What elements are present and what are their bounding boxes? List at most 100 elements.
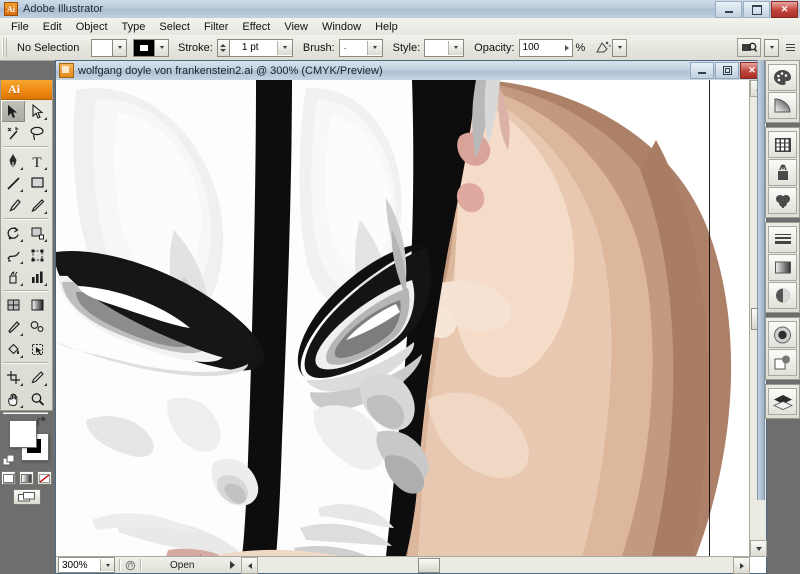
tool-type[interactable]: T xyxy=(25,150,49,172)
menu-edit[interactable]: Edit xyxy=(36,20,69,34)
document-minimize-button[interactable] xyxy=(690,62,714,79)
appearance-panel-icon[interactable] xyxy=(768,321,797,348)
transparency-grid-icon[interactable] xyxy=(595,40,612,55)
tool-hand[interactable] xyxy=(1,388,25,410)
swap-fill-stroke-icon[interactable] xyxy=(36,416,48,428)
color-panel-icon[interactable] xyxy=(768,64,797,91)
stroke-swatch-dropdown[interactable] xyxy=(155,38,169,57)
tool-gradient[interactable] xyxy=(25,294,49,316)
stroke-weight-dropdown-icon[interactable] xyxy=(276,40,292,55)
fill-color-swatch[interactable] xyxy=(91,38,113,57)
tool-live-paint-selection[interactable] xyxy=(25,338,49,360)
tool-warp[interactable] xyxy=(1,244,25,266)
gradient-mode-button[interactable] xyxy=(19,471,34,485)
fill-swatch-dropdown[interactable] xyxy=(113,38,127,57)
tool-eyedropper[interactable] xyxy=(1,316,25,338)
panel-group-color xyxy=(765,60,800,123)
status-menu-arrow[interactable] xyxy=(230,561,235,569)
tool-slice[interactable] xyxy=(25,366,49,388)
tool-selection[interactable] xyxy=(1,100,25,122)
status-hand-icon[interactable] xyxy=(125,560,136,571)
gradient-slider-panel-icon[interactable] xyxy=(768,254,797,281)
panel-menu-icon[interactable] xyxy=(783,40,796,55)
tool-rotate[interactable] xyxy=(1,222,25,244)
stroke-weight-combo[interactable]: 1 pt xyxy=(228,38,293,57)
paint-mode-buttons xyxy=(1,471,52,485)
opacity-dropdown-icon[interactable] xyxy=(564,44,569,51)
toolbox-panel: Ai T xyxy=(0,80,53,505)
symbols-panel-icon[interactable] xyxy=(768,159,797,186)
tool-live-paint-bucket[interactable] xyxy=(1,338,25,360)
tool-crop-area[interactable] xyxy=(1,366,25,388)
tool-scale[interactable] xyxy=(25,222,49,244)
gradient-panel-icon[interactable] xyxy=(768,92,797,119)
stroke-color-swatch[interactable] xyxy=(133,38,155,57)
menu-select[interactable]: Select xyxy=(152,20,197,34)
scroll-right-button[interactable] xyxy=(733,557,750,574)
app-title-text: Adobe Illustrator xyxy=(23,3,104,15)
horizontal-scroll-thumb[interactable] xyxy=(418,558,440,573)
screen-mode-button[interactable] xyxy=(12,489,41,505)
style-combo[interactable] xyxy=(424,38,465,57)
tool-direct-selection[interactable] xyxy=(25,100,49,122)
document-setup-dropdown[interactable] xyxy=(764,38,779,57)
tool-pencil[interactable] xyxy=(25,194,49,216)
zoom-level-dropdown-icon[interactable] xyxy=(100,559,114,571)
vector-face-artwork xyxy=(56,80,750,573)
swatches-panel-icon[interactable] xyxy=(768,131,797,158)
opacity-input[interactable]: 100 xyxy=(518,38,573,57)
menu-window[interactable]: Window xyxy=(315,20,368,34)
document-restore-button[interactable] xyxy=(715,62,739,79)
none-mode-button[interactable] xyxy=(37,471,52,485)
menu-file[interactable]: File xyxy=(4,20,36,34)
color-mode-button[interactable] xyxy=(1,471,16,485)
tool-free-transform[interactable] xyxy=(25,244,49,266)
window-maximize-button[interactable] xyxy=(743,1,770,18)
default-fill-stroke-icon[interactable] xyxy=(2,454,15,467)
document-setup-icon[interactable] xyxy=(737,38,761,57)
document-title-text: wolfgang doyle von frankenstein2.ai @ 30… xyxy=(78,64,383,77)
window-minimize-button[interactable] xyxy=(715,1,742,18)
tool-zoom[interactable] xyxy=(25,388,49,410)
tool-blend[interactable] xyxy=(25,316,49,338)
status-text: Open xyxy=(170,559,195,571)
scroll-down-button[interactable] xyxy=(750,540,767,557)
menu-object[interactable]: Object xyxy=(69,20,115,34)
tool-rectangle[interactable] xyxy=(25,172,49,194)
tool-pen[interactable] xyxy=(1,150,25,172)
tool-symbol-sprayer[interactable] xyxy=(1,266,25,288)
tool-mesh[interactable] xyxy=(1,294,25,316)
zoom-level-combo[interactable]: 300% xyxy=(58,557,115,573)
tool-column-graph[interactable] xyxy=(25,266,49,288)
brush-dropdown-icon[interactable] xyxy=(366,40,382,55)
brush-combo[interactable]: · xyxy=(338,38,383,57)
brushes-panel-icon[interactable] xyxy=(768,187,797,214)
control-bar-grip[interactable] xyxy=(2,38,9,57)
artwork-illustration[interactable] xyxy=(56,80,750,573)
stroke-panel-icon[interactable] xyxy=(768,226,797,253)
menu-type[interactable]: Type xyxy=(115,20,153,34)
canvas-area[interactable] xyxy=(56,80,766,573)
isolate-dropdown[interactable] xyxy=(612,38,628,57)
menu-effect[interactable]: Effect xyxy=(235,20,277,34)
tool-line-segment[interactable] xyxy=(1,172,25,194)
graphic-styles-panel-icon[interactable] xyxy=(768,349,797,376)
panel-dock-strip[interactable] xyxy=(757,60,765,500)
tool-magic-wand[interactable] xyxy=(1,122,25,144)
status-divider xyxy=(140,559,142,571)
tool-paintbrush[interactable] xyxy=(1,194,25,216)
menu-view[interactable]: View xyxy=(277,20,315,34)
window-close-button[interactable]: ✕ xyxy=(771,1,798,18)
toolbox-separator xyxy=(3,218,48,220)
toolbox-header[interactable]: Ai xyxy=(1,80,52,100)
tool-lasso[interactable] xyxy=(25,122,49,144)
stroke-weight-stepper[interactable] xyxy=(216,38,229,57)
scroll-left-button[interactable] xyxy=(241,557,258,574)
menu-filter[interactable]: Filter xyxy=(197,20,235,34)
style-dropdown-icon[interactable] xyxy=(448,40,464,55)
fill-swatch-large[interactable] xyxy=(9,420,37,448)
menu-help[interactable]: Help xyxy=(368,20,405,34)
transparency-panel-icon[interactable] xyxy=(768,282,797,309)
layers-panel-icon[interactable] xyxy=(768,388,797,415)
style-label: Style: xyxy=(392,41,421,54)
